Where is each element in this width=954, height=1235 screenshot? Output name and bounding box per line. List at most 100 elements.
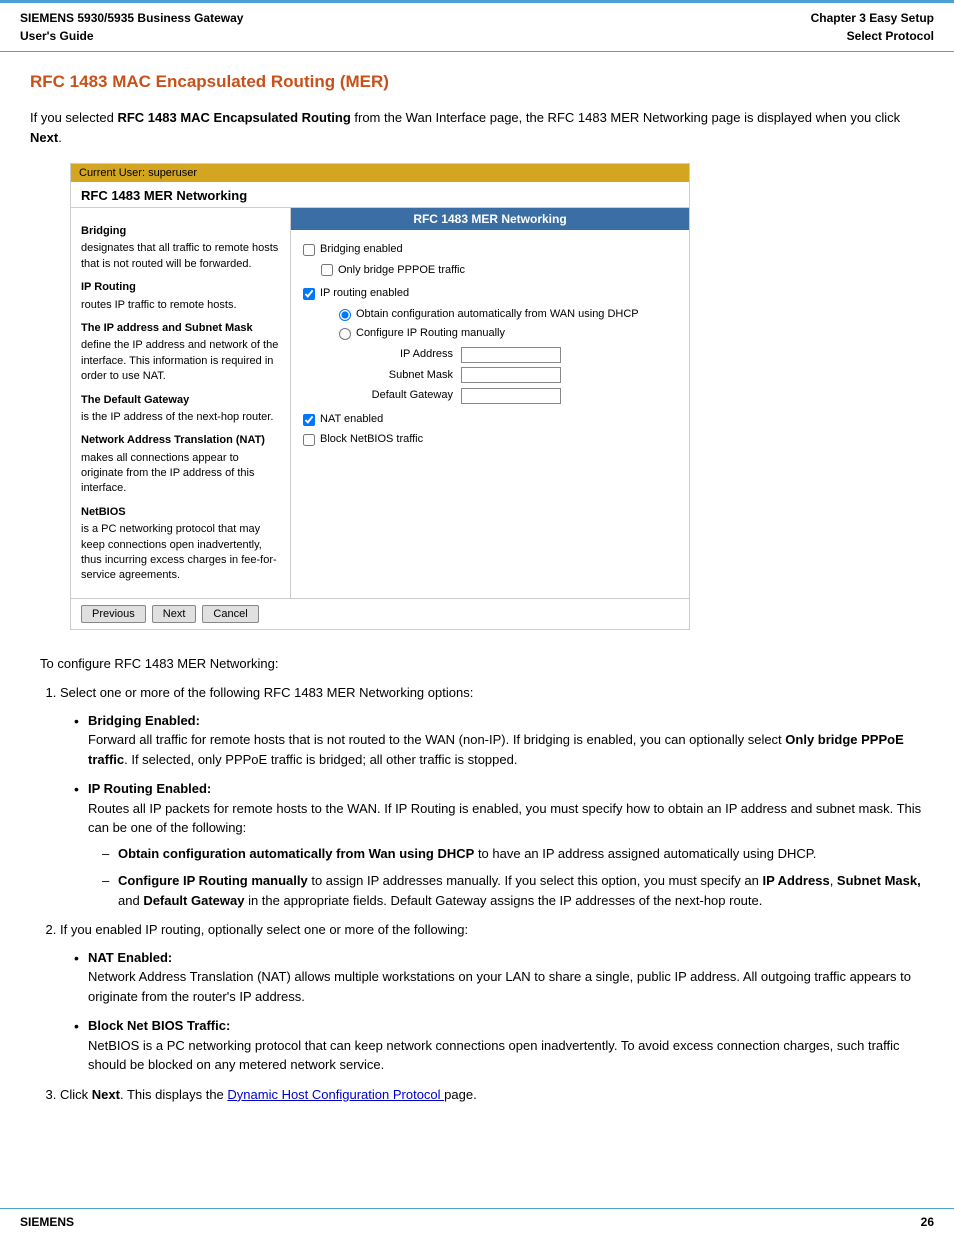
block-netbios-checkbox[interactable]: [303, 434, 315, 446]
cancel-button[interactable]: Cancel: [202, 605, 258, 623]
step3-text3: page.: [444, 1087, 477, 1102]
bridging-enabled-checkbox[interactable]: [303, 244, 315, 256]
page-header: SIEMENS 5930/5935 Business Gateway User'…: [0, 0, 954, 52]
intro-bold2: Next: [30, 130, 58, 145]
main-list: Select one or more of the following RFC …: [60, 683, 924, 1104]
step2: If you enabled IP routing, optionally se…: [60, 920, 924, 1075]
only-bridge-checkbox[interactable]: [321, 264, 333, 276]
obtain-auto-row: Obtain configuration automatically from …: [339, 306, 677, 324]
screenshot-body: Bridging designates that all traffic to …: [71, 208, 689, 598]
configure-manual-label: Configure IP Routing manually: [356, 325, 505, 343]
header-right: Chapter 3 Easy Setup Select Protocol: [811, 9, 934, 45]
desc3: define the IP address and network of the…: [81, 338, 280, 384]
step3-bold: Next: [92, 1087, 120, 1102]
ip-routing-item: IP Routing Enabled: Routes all IP packet…: [70, 779, 924, 910]
term4: The Default Gateway: [81, 393, 280, 408]
screenshot-footer: Previous Next Cancel: [71, 598, 689, 629]
desc5: makes all connections appear to originat…: [81, 451, 280, 497]
step3-link[interactable]: Dynamic Host Configuration Protocol: [227, 1087, 444, 1102]
footer-brand: SIEMENS: [20, 1215, 74, 1229]
default-gateway-row: Default Gateway: [363, 387, 677, 405]
bullet3-title: NAT Enabled:: [88, 950, 172, 965]
bullet2-title: IP Routing Enabled:: [88, 781, 211, 796]
subnet-mask-row: Subnet Mask: [363, 367, 677, 385]
sub1-item: Obtain configuration automatically from …: [102, 844, 924, 864]
bridging-enabled-item: Bridging Enabled: Forward all traffic fo…: [70, 711, 924, 770]
footer-page-number: 26: [921, 1215, 934, 1229]
sub1-text: to have an IP address assigned automatic…: [474, 846, 816, 861]
instructions-intro: To configure RFC 1483 MER Networking:: [40, 654, 924, 674]
ip-address-row: IP Address: [363, 346, 677, 364]
bullet1-text: Forward all traffic for remote hosts tha…: [88, 732, 785, 747]
intro-text2: from the Wan Interface page, the RFC 148…: [351, 110, 900, 125]
step1-text: Select one or more of the following RFC …: [60, 685, 473, 700]
desc2: routes IP traffic to remote hosts.: [81, 298, 280, 313]
sub2-item: Configure IP Routing manually to assign …: [102, 871, 924, 910]
sub2-bold4: Default Gateway: [143, 893, 244, 908]
sub2-text4: in the appropriate fields. Default Gatew…: [244, 893, 762, 908]
configure-manual-radio[interactable]: [339, 328, 351, 340]
ip-address-input[interactable]: [461, 347, 561, 363]
desc6: is a PC networking protocol that may kee…: [81, 522, 280, 584]
block-netbios-label: Block NetBIOS traffic: [320, 431, 423, 449]
screenshot-header: RFC 1483 MER Networking: [71, 182, 689, 208]
right-panel-content: Bridging enabled Only bridge PPPOE traff…: [291, 230, 689, 460]
nat-enabled-row: NAT enabled: [303, 411, 677, 429]
nat-enabled-checkbox[interactable]: [303, 414, 315, 426]
page-title: RFC 1483 MAC Encapsulated Routing (MER): [30, 72, 924, 92]
options-list2: NAT Enabled: Network Address Translation…: [70, 948, 924, 1075]
configure-manual-row: Configure IP Routing manually: [339, 325, 677, 343]
only-bridge-label: Only bridge PPPOE traffic: [338, 262, 465, 280]
bullet4-text: NetBIOS is a PC networking protocol that…: [88, 1038, 900, 1073]
header-product: SIEMENS 5930/5935 Business Gateway: [20, 11, 243, 25]
bullet4-title: Block Net BIOS Traffic:: [88, 1018, 230, 1033]
sub2-text: to assign IP addresses manually. If you …: [308, 873, 763, 888]
intro-bold1: RFC 1483 MAC Encapsulated Routing: [117, 110, 350, 125]
obtain-auto-radio[interactable]: [339, 309, 351, 321]
step3: Click Next. This displays the Dynamic Ho…: [60, 1085, 924, 1105]
desc1: designates that all traffic to remote ho…: [81, 241, 280, 272]
desc4: is the IP address of the next-hop router…: [81, 410, 280, 425]
sub2-text3: and: [118, 893, 143, 908]
screenshot-right-panel: RFC 1483 MER Networking Bridging enabled…: [291, 208, 689, 598]
subnet-mask-input[interactable]: [461, 367, 561, 383]
bullet2-text: Routes all IP packets for remote hosts t…: [88, 801, 921, 836]
term5: Network Address Translation (NAT): [81, 433, 280, 448]
step1: Select one or more of the following RFC …: [60, 683, 924, 910]
bullet3-text: Network Address Translation (NAT) allows…: [88, 969, 911, 1004]
default-gateway-label: Default Gateway: [363, 387, 453, 405]
ip-routing-checkbox[interactable]: [303, 288, 315, 300]
right-panel-title: RFC 1483 MER Networking: [291, 208, 689, 230]
default-gateway-input[interactable]: [461, 388, 561, 404]
term2: IP Routing: [81, 280, 280, 295]
bridging-enabled-row: Bridging enabled: [303, 241, 677, 259]
next-button[interactable]: Next: [152, 605, 197, 623]
intro-text1: If you selected: [30, 110, 117, 125]
header-guide: User's Guide: [20, 29, 94, 43]
step3-text1: Click: [60, 1087, 92, 1102]
step2-text: If you enabled IP routing, optionally se…: [60, 922, 468, 937]
sub1-bold: Obtain configuration automatically from …: [118, 846, 474, 861]
screenshot-box: Current User: superuser RFC 1483 MER Net…: [70, 163, 690, 630]
term3: The IP address and Subnet Mask: [81, 321, 280, 336]
step3-text2: . This displays the: [120, 1087, 227, 1102]
previous-button[interactable]: Previous: [81, 605, 146, 623]
ip-routing-label: IP routing enabled: [320, 285, 409, 303]
block-netbios-row: Block NetBIOS traffic: [303, 431, 677, 449]
sub2-bold2: IP Address: [762, 873, 829, 888]
sub2-text2: ,: [830, 873, 837, 888]
screenshot-left-panel: Bridging designates that all traffic to …: [71, 208, 291, 598]
intro-paragraph: If you selected RFC 1483 MAC Encapsulate…: [30, 108, 924, 147]
nat-enabled-label: NAT enabled: [320, 411, 383, 429]
sub-list: Obtain configuration automatically from …: [102, 844, 924, 911]
intro-text3: .: [58, 130, 62, 145]
bullet1-text2: . If selected, only PPPoE traffic is bri…: [124, 752, 517, 767]
header-chapter: Chapter 3 Easy Setup: [811, 11, 934, 25]
term6: NetBIOS: [81, 505, 280, 520]
page-content: RFC 1483 MAC Encapsulated Routing (MER) …: [0, 52, 954, 1144]
obtain-auto-label: Obtain configuration automatically from …: [356, 306, 639, 324]
bridging-enabled-label: Bridging enabled: [320, 241, 403, 259]
page-footer: SIEMENS 26: [0, 1208, 954, 1235]
options-list: Bridging Enabled: Forward all traffic fo…: [70, 711, 924, 911]
screenshot-titlebar: Current User: superuser: [71, 164, 689, 182]
